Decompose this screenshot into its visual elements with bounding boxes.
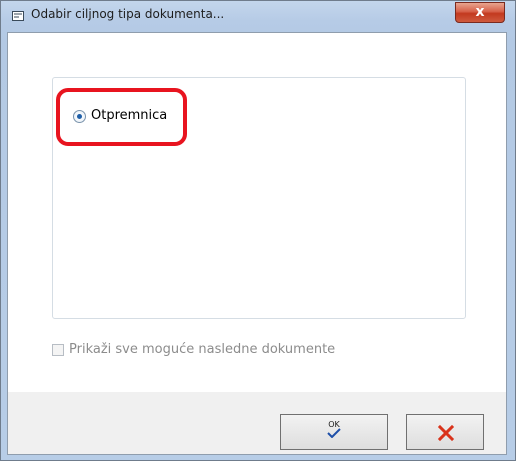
close-x-icon — [438, 425, 454, 441]
button-bar: OK — [8, 392, 506, 454]
close-icon: x — [475, 4, 485, 20]
title-bar[interactable]: Odabir ciljnog tipa dokumenta... x — [1, 1, 515, 31]
show-all-checkbox[interactable] — [52, 344, 64, 356]
window-icon — [12, 11, 24, 21]
show-all-checkbox-label[interactable]: Prikaži sve moguće nasledne dokumente — [69, 342, 335, 357]
close-button[interactable]: x — [455, 2, 505, 23]
ok-button[interactable]: OK — [280, 414, 388, 450]
annotation-highlight — [56, 88, 187, 146]
checkmark-icon — [327, 428, 341, 438]
cancel-button[interactable] — [406, 414, 484, 450]
dialog-window: Odabir ciljnog tipa dokumenta... x Otpre… — [0, 0, 516, 461]
window-title: Odabir ciljnog tipa dokumenta... — [31, 7, 225, 21]
